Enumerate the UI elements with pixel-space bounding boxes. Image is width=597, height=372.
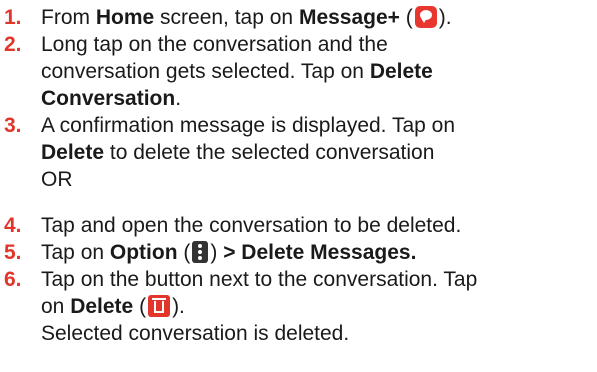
- step-number: 5.: [4, 241, 22, 264]
- step-1: 1. From Home screen, tap on Message+ ().: [0, 4, 597, 31]
- step-text-line: Tap on the button next to the conversati…: [41, 268, 478, 291]
- step-text-line: Conversation.: [41, 87, 182, 110]
- step-2: 2. Long tap on the conversation and the …: [0, 31, 597, 112]
- step-number: 2.: [4, 33, 22, 56]
- instruction-list: 1. From Home screen, tap on Message+ ().…: [0, 0, 597, 372]
- step-text-line: Tap and open the conversation to be dele…: [41, 214, 462, 237]
- step-number: 3.: [4, 114, 22, 137]
- step-text-line: Selected conversation is deleted.: [41, 322, 350, 345]
- step-4: 4. Tap and open the conversation to be d…: [0, 212, 597, 239]
- step-text-line: on Delete ().: [41, 295, 185, 318]
- step-text: Tap on Option () > Delete Messages.: [41, 241, 417, 264]
- step-6: 6. Tap on the button next to the convers…: [0, 266, 597, 347]
- trash-icon: [148, 295, 171, 317]
- step-5: 5. Tap on Option () > Delete Messages.: [0, 239, 597, 266]
- step-text-line: OR: [41, 168, 73, 191]
- step-3: 3. A confirmation message is displayed. …: [0, 112, 597, 193]
- option-menu-icon: [192, 241, 209, 263]
- step-text-line: Long tap on the conversation and the: [41, 33, 388, 56]
- step-number: 1.: [4, 6, 22, 29]
- step-text-line: conversation gets selected. Tap on Delet…: [41, 60, 433, 83]
- step-text-line: Delete to delete the selected conversati…: [41, 141, 435, 164]
- step-number: 6.: [4, 268, 22, 291]
- step-text: From Home screen, tap on Message+ ().: [41, 6, 452, 29]
- step-number: 4.: [4, 214, 22, 237]
- message-plus-icon: [414, 6, 437, 28]
- step-text-line: A confirmation message is displayed. Tap…: [41, 114, 456, 137]
